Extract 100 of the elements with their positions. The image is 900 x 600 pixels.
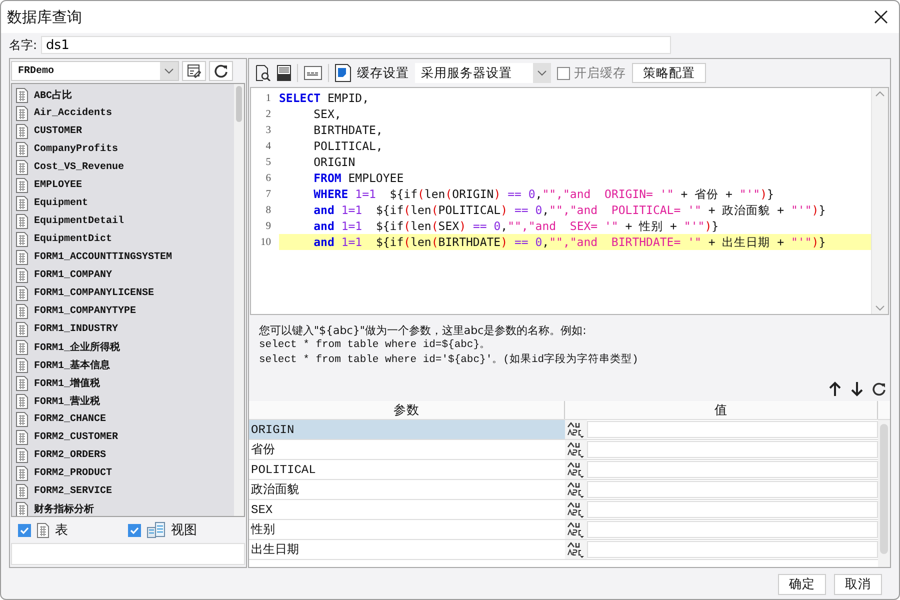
line-number: 8 xyxy=(264,204,272,216)
table-list-item[interactable]: Air_Accidents xyxy=(12,104,234,122)
edit-connection-button[interactable] xyxy=(182,61,206,81)
text-type-icon[interactable] xyxy=(567,460,585,478)
code-line: SELECT EMPID, xyxy=(279,90,370,106)
dialog-button[interactable]: 取消 xyxy=(834,574,882,595)
table-icon xyxy=(16,286,28,300)
table-icon xyxy=(16,484,28,498)
dialog-button[interactable]: 确定 xyxy=(778,574,826,595)
table-list-item[interactable]: FORM1_企业所得税 xyxy=(12,338,234,356)
table-list-item[interactable]: FORM2_SERVICE xyxy=(12,482,234,500)
hint-text: select * from table where id='${abc}'。(如果id字段为字符串类型) xyxy=(259,353,640,368)
line-number: 10 xyxy=(260,236,272,248)
scrollbar[interactable] xyxy=(871,88,888,314)
scroll-down-icon[interactable] xyxy=(875,304,885,312)
line-number: 6 xyxy=(264,172,272,184)
value-field[interactable] xyxy=(587,441,878,458)
table-list-item[interactable]: CUSTOMER xyxy=(12,122,234,140)
table-list-item[interactable]: FORM2_CUSTOMER xyxy=(12,428,234,446)
table-list-item[interactable]: FORM1_营业税 xyxy=(12,392,234,410)
table-list-item[interactable]: FORM1_ACCOUNTTINGSYSTEM xyxy=(12,248,234,266)
cache-settings-label: 缓存设置 xyxy=(357,64,409,82)
enable-cache-label: 开启缓存 xyxy=(574,64,626,82)
filter-field[interactable] xyxy=(11,543,245,565)
refresh-icon[interactable] xyxy=(872,382,886,396)
value-field[interactable] xyxy=(587,421,878,438)
table-list-item[interactable]: FORM1_基本信息 xyxy=(12,356,234,374)
code-line: and 1=1 ${if(len(POLITICAL) == 0,"","and POLITICAL= '" + 政治面貌 + "'")} xyxy=(312,202,827,218)
text-type-icon[interactable] xyxy=(567,420,585,438)
table-list-item[interactable]: FORM1_COMPANYTYPE xyxy=(12,302,234,320)
table-list-item[interactable]: EquipmentDetail xyxy=(12,212,234,230)
table-list-item[interactable]: FORM2_PRODUCT xyxy=(12,464,234,482)
table-icon xyxy=(16,250,28,264)
table-icon xyxy=(37,522,49,538)
table-list-item[interactable]: 财务指标分析 xyxy=(12,500,234,516)
table-icon xyxy=(16,214,28,228)
parameter-name[interactable]: ORIGIN xyxy=(249,420,565,439)
code-line: BIRTHDATE, xyxy=(312,122,384,138)
hint-text: 您可以键入"${abc}"做为一个参数，这里abc是参数的名称。例如: xyxy=(259,323,588,338)
table-list-item[interactable]: Equipment xyxy=(12,194,234,212)
table-icon xyxy=(16,322,28,336)
table-icon xyxy=(16,178,28,192)
line-number: 5 xyxy=(264,156,272,168)
sql-file-icon[interactable] xyxy=(277,65,291,81)
value-field[interactable] xyxy=(587,501,878,518)
code-line: and 1=1 ${if(len(SEX) == 0,"","and SEX= '" + 性别 + "'")} xyxy=(312,218,720,234)
line-number: 7 xyxy=(264,188,272,200)
cache-mode-dropdown[interactable]: 采用服务器设置 xyxy=(415,63,551,83)
line-number: 9 xyxy=(264,220,272,232)
name-field[interactable]: ds1 xyxy=(41,36,672,54)
cache-icon[interactable] xyxy=(335,64,351,82)
code-line: ORIGIN xyxy=(312,154,356,170)
checkbox[interactable] xyxy=(128,524,141,536)
sql-icon[interactable] xyxy=(304,66,322,80)
table-list-item[interactable]: CompanyProfits xyxy=(12,140,234,158)
table-list-item[interactable]: FORM2_CHANCE xyxy=(12,410,234,428)
hint-text: select * from table where id=${abc}。 xyxy=(259,338,492,353)
scrollbar[interactable] xyxy=(878,420,890,567)
table-list-item[interactable]: FORM1_COMPANYLICENSE xyxy=(12,284,234,302)
strategy-button[interactable]: 策略配置 xyxy=(632,63,706,83)
preview-icon[interactable] xyxy=(255,65,271,81)
close-icon[interactable] xyxy=(873,9,889,25)
value-field[interactable] xyxy=(587,481,878,498)
edit-icon xyxy=(187,64,201,78)
table-list-item[interactable]: Cost_VS_Revenue xyxy=(12,158,234,176)
filter-label: 视图 xyxy=(171,522,197,539)
connection-dropdown[interactable]: FRDemo xyxy=(11,61,179,81)
window-title: 数据库查询 xyxy=(7,8,82,26)
table-icon xyxy=(16,304,28,318)
table-icon xyxy=(16,142,28,156)
table-icon xyxy=(16,232,28,246)
checkbox[interactable] xyxy=(18,524,31,536)
code-line: FROM EMPLOYEE xyxy=(312,170,405,186)
table-icon xyxy=(16,430,28,444)
value-field[interactable] xyxy=(587,521,878,538)
text-type-icon[interactable] xyxy=(567,480,585,498)
table-icon xyxy=(16,268,28,282)
table-list-item[interactable]: ABC占比 xyxy=(12,86,234,104)
scrollbar[interactable] xyxy=(234,84,244,516)
line-number: 1 xyxy=(264,92,272,104)
table-list-item[interactable]: FORM1_INDUSTRY xyxy=(12,320,234,338)
text-type-icon[interactable] xyxy=(567,440,585,458)
table-list-item[interactable]: FORM2_ORDERS xyxy=(12,446,234,464)
refresh-button[interactable] xyxy=(209,61,233,81)
move-down-icon[interactable] xyxy=(850,381,864,397)
code-line: SEX, xyxy=(312,106,342,122)
table-icon xyxy=(16,394,28,408)
table-list-item[interactable]: EquipmentDict xyxy=(12,230,234,248)
move-up-icon[interactable] xyxy=(828,381,842,397)
table-icon xyxy=(16,376,28,390)
table-list-item[interactable]: FORM1_增值税 xyxy=(12,374,234,392)
table-list-item[interactable]: EMPLOYEE xyxy=(12,176,234,194)
text-type-icon[interactable] xyxy=(567,520,585,538)
value-field[interactable] xyxy=(587,541,878,558)
table-list-item[interactable]: FORM1_COMPANY xyxy=(12,266,234,284)
value-field[interactable] xyxy=(587,461,878,478)
code-line: WHERE 1=1 ${if(len(ORIGIN) == 0,"","and ORIGIN= '" + 省份 + "'")} xyxy=(312,186,775,202)
text-type-icon[interactable] xyxy=(567,540,585,558)
scroll-up-icon[interactable] xyxy=(875,90,885,98)
text-type-icon[interactable] xyxy=(567,500,585,518)
